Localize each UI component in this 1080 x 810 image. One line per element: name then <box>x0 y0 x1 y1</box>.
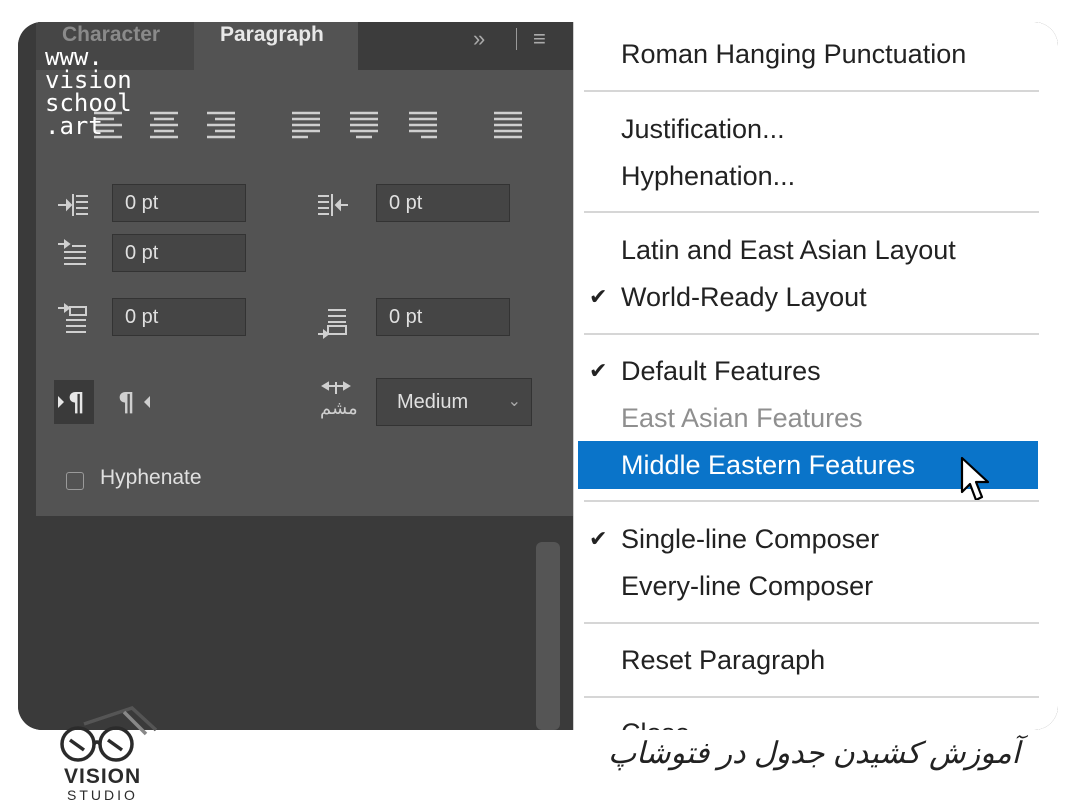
paragraph-panel: Character Paragraph » ≡ 0 pt 0 pt 0 pt 0… <box>18 22 573 730</box>
right-indent-icon <box>318 194 348 216</box>
menu-item-every-line-composer[interactable]: Every-line Composer <box>621 569 873 603</box>
menu-item-east-asian-features: East Asian Features <box>621 403 863 433</box>
checkmark-icon: ✔ <box>589 526 608 551</box>
svg-text:¶: ¶ <box>68 388 85 418</box>
menu-item-world-ready-layout[interactable]: World-Ready Layout <box>621 280 867 314</box>
svg-text:مشم: مشم <box>320 398 358 419</box>
panel-menu-icon[interactable]: ≡ <box>533 26 546 52</box>
checkmark-icon: ✔ <box>589 358 608 383</box>
align-center-icon[interactable] <box>146 107 182 141</box>
chevron-down-icon: ⌄ <box>507 393 521 410</box>
menu-separator <box>584 90 1039 92</box>
panel-scrollbar[interactable] <box>536 542 560 730</box>
menu-item-middle-eastern-features[interactable]: Middle Eastern Features <box>621 448 915 482</box>
justify-last-left-icon[interactable] <box>288 107 324 141</box>
caption-text: آموزش کشیدن جدول در فتوشاپ <box>607 737 1020 770</box>
first-line-indent-icon <box>58 239 86 265</box>
space-after-icon <box>318 309 347 339</box>
left-indent-icon <box>58 194 88 216</box>
rtl-paragraph-icon: ¶ <box>118 388 150 418</box>
menu-item-reset-paragraph[interactable]: Reset Paragraph <box>621 643 825 677</box>
logo-text: VISION <box>64 765 142 788</box>
space-before-field[interactable]: 0 pt <box>112 298 246 336</box>
menu-item-latin-east-asian-layout[interactable]: Latin and East Asian Layout <box>621 233 956 267</box>
left-indent-field[interactable]: 0 pt <box>112 184 246 222</box>
kashida-value: Medium <box>397 391 469 413</box>
right-indent-field[interactable]: 0 pt <box>376 184 510 222</box>
watermark-text: www. vision school .art <box>45 43 132 140</box>
mouse-cursor-icon <box>960 456 990 502</box>
menu-separator <box>584 500 1039 502</box>
hyphenate-checkbox[interactable] <box>66 472 84 490</box>
menu-separator <box>584 211 1039 213</box>
menu-item-roman-hanging-punctuation[interactable]: Roman Hanging Punctuation <box>621 37 966 71</box>
left-to-right-button[interactable]: ¶ <box>54 380 94 424</box>
menu-separator <box>584 622 1039 624</box>
space-after-field[interactable]: 0 pt <box>376 298 510 336</box>
ltr-paragraph-icon: ¶ <box>58 388 85 418</box>
space-before-icon <box>58 303 87 333</box>
first-line-indent-field[interactable]: 0 pt <box>112 234 246 272</box>
menu-item-close[interactable]: Close <box>621 716 690 730</box>
right-to-left-button[interactable]: ¶ <box>116 380 156 424</box>
panel-flyout-menu: Roman Hanging Punctuation Justification.… <box>573 22 1058 730</box>
hyphenate-label: Hyphenate <box>100 466 202 489</box>
justify-last-center-icon[interactable] <box>346 107 382 141</box>
menu-item-hyphenation[interactable]: Hyphenation... <box>621 159 795 193</box>
menu-item-default-features[interactable]: Default Features <box>621 354 821 388</box>
align-right-icon[interactable] <box>203 107 239 141</box>
tab-divider <box>516 28 517 50</box>
menu-separator <box>584 696 1039 698</box>
svg-text:¶: ¶ <box>118 388 135 418</box>
logo-subtext: STUDIO <box>67 787 138 803</box>
checkmark-icon: ✔ <box>589 284 608 309</box>
kashida-icon: مشم <box>320 381 358 419</box>
justify-last-right-icon[interactable] <box>405 107 441 141</box>
menu-item-single-line-composer[interactable]: Single-line Composer <box>621 522 879 556</box>
tab-paragraph[interactable]: Paragraph <box>194 22 358 70</box>
expand-panel-icon[interactable]: » <box>473 26 485 52</box>
screenshot-frame: Character Paragraph » ≡ 0 pt 0 pt 0 pt 0… <box>18 22 1058 730</box>
justify-all-icon[interactable] <box>490 107 526 141</box>
kashida-dropdown[interactable]: Medium ⌄ <box>376 378 532 426</box>
menu-separator <box>584 333 1039 335</box>
menu-item-justification[interactable]: Justification... <box>621 112 785 146</box>
